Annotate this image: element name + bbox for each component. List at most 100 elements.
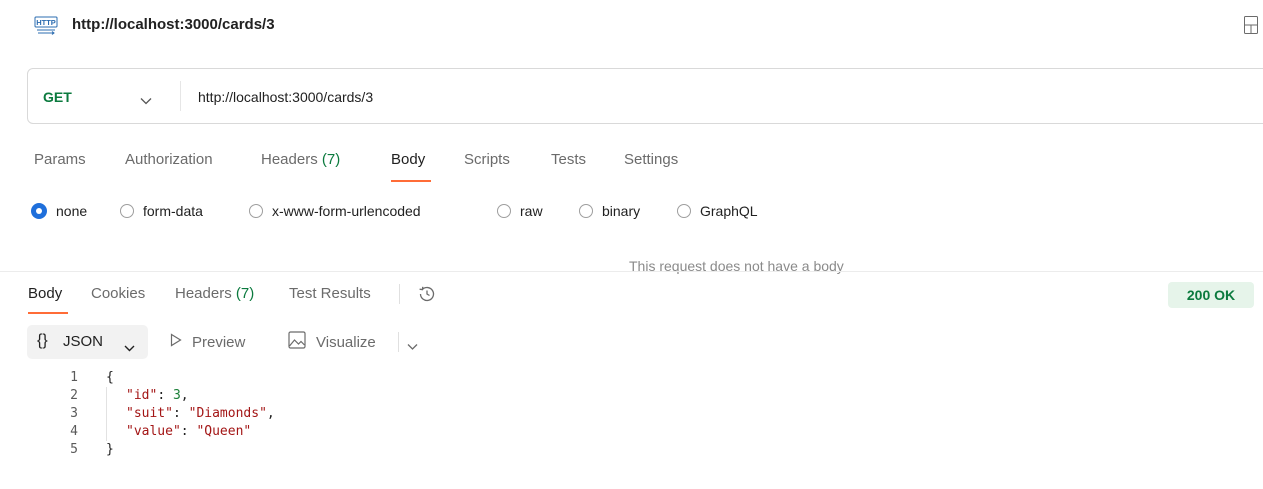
- code-token: "value": [126, 424, 181, 439]
- method-select[interactable]: GET: [28, 69, 180, 123]
- code-token: "id": [126, 388, 158, 403]
- tab-body[interactable]: Body: [391, 151, 425, 168]
- radio-label: none: [56, 203, 88, 219]
- radio-raw[interactable]: raw: [497, 201, 543, 221]
- code-token: 3: [172, 388, 181, 403]
- code-line: 3 "suit": "Diamonds",: [0, 405, 1263, 423]
- tab-label: Params: [34, 151, 86, 168]
- code-content: {: [106, 369, 114, 387]
- tab-label: Headers: [175, 285, 232, 302]
- headers-count: (7): [235, 285, 255, 302]
- active-tab-indicator: [28, 312, 68, 314]
- http-icon: HTTP: [34, 14, 58, 36]
- separator: [398, 332, 399, 352]
- tab-tests[interactable]: Tests: [551, 151, 586, 168]
- pane-divider[interactable]: [0, 271, 1263, 272]
- tab-label: Authorization: [125, 151, 213, 168]
- code-token: :: [157, 388, 173, 403]
- radio-icon: [249, 204, 263, 218]
- radio-label: GraphQL: [700, 203, 758, 219]
- tab-label: Settings: [624, 151, 679, 168]
- braces-icon: {}: [37, 332, 48, 349]
- layout-icon[interactable]: [1244, 16, 1258, 34]
- code-line: 1{: [0, 369, 1263, 387]
- line-number: 5: [70, 442, 78, 457]
- response-code-viewer[interactable]: 1{2 "id": 3, 3 "suit": "Diamonds", 4 "value":…: [0, 369, 1263, 489]
- tab-headers[interactable]: Headers (7): [261, 151, 340, 168]
- tab-label: Body: [28, 285, 63, 302]
- code-token: "Queen": [196, 424, 252, 439]
- response-tab-cookies[interactable]: Cookies: [91, 285, 145, 302]
- tab-label: Test Results: [289, 285, 371, 302]
- indent-guide: [106, 387, 107, 441]
- visualize-label: Visualize: [316, 333, 376, 351]
- code-content: "value": "Queen": [126, 423, 251, 441]
- status-badge[interactable]: 200 OK: [1168, 282, 1254, 308]
- response-tab-body[interactable]: Body: [28, 285, 62, 302]
- radio-label: raw: [520, 203, 543, 219]
- tab-label: Scripts: [464, 151, 510, 168]
- radio-none[interactable]: none: [31, 201, 87, 221]
- code-token: }: [106, 442, 114, 457]
- svg-text:HTTP: HTTP: [36, 18, 56, 27]
- visualize-button[interactable]: Visualize: [288, 330, 376, 354]
- line-number: 4: [70, 424, 78, 439]
- radio-binary[interactable]: binary: [579, 201, 640, 221]
- line-number: 2: [70, 388, 78, 403]
- tab-authorization[interactable]: Authorization: [125, 151, 213, 168]
- radio-icon: [497, 204, 511, 218]
- code-line: 2 "id": 3,: [0, 387, 1263, 405]
- format-select[interactable]: {} JSON: [27, 325, 148, 359]
- chevron-down-icon: [140, 92, 152, 105]
- radio-label: binary: [602, 203, 641, 219]
- url-divider: [180, 81, 181, 111]
- code-token: :: [180, 424, 197, 439]
- code-line: 5}: [0, 441, 1263, 459]
- response-tab-test-results[interactable]: Test Results: [289, 285, 371, 302]
- chevron-down-icon: [124, 339, 135, 352]
- code-token: "suit": [126, 406, 173, 421]
- page-title: http://localhost:3000/cards/3: [72, 16, 275, 33]
- method-label: GET: [43, 89, 72, 105]
- radio-icon: [579, 204, 593, 218]
- tab-label: Body: [391, 151, 426, 168]
- code-token: ,: [180, 388, 189, 403]
- tab-settings[interactable]: Settings: [624, 151, 678, 168]
- preview-label: Preview: [192, 333, 246, 351]
- format-label: JSON: [63, 333, 104, 350]
- line-number: 3: [70, 406, 78, 421]
- code-content: }: [106, 441, 114, 459]
- radio-icon: [677, 204, 691, 218]
- tab-label: Headers: [261, 151, 318, 168]
- radio-label: x-www-form-urlencoded: [272, 203, 421, 219]
- url-bar: GET: [27, 68, 1263, 124]
- play-icon: [170, 332, 182, 352]
- code-token: :: [172, 406, 189, 421]
- code-token: ,: [266, 406, 275, 421]
- tab-scripts[interactable]: Scripts: [464, 151, 510, 168]
- tab-params[interactable]: Params: [34, 151, 86, 168]
- radio-form-data[interactable]: form-data: [120, 201, 203, 221]
- url-input[interactable]: [198, 88, 1258, 106]
- active-tab-indicator: [391, 180, 431, 182]
- radio-graphql[interactable]: GraphQL: [677, 201, 758, 221]
- code-content: "suit": "Diamonds",: [126, 405, 275, 423]
- image-icon: [288, 330, 306, 354]
- radio-x-www-form-urlencoded[interactable]: x-www-form-urlencoded: [249, 201, 421, 221]
- tab-label: Tests: [551, 151, 587, 168]
- radio-label: form-data: [143, 203, 203, 219]
- code-line: 4 "value": "Queen": [0, 423, 1263, 441]
- response-tab-headers[interactable]: Headers (7): [175, 285, 254, 302]
- line-number: 1: [70, 370, 78, 385]
- code-content: "id": 3,: [126, 387, 189, 405]
- tab-label: Cookies: [91, 285, 146, 302]
- history-icon[interactable]: [416, 283, 438, 305]
- code-token: "Diamonds": [188, 406, 267, 421]
- chevron-down-icon[interactable]: [407, 338, 418, 350]
- headers-count: (7): [321, 151, 341, 168]
- separator: [399, 284, 400, 304]
- preview-button[interactable]: Preview: [170, 331, 245, 353]
- code-token: {: [106, 370, 114, 385]
- radio-selected-icon: [31, 203, 47, 219]
- radio-icon: [120, 204, 134, 218]
